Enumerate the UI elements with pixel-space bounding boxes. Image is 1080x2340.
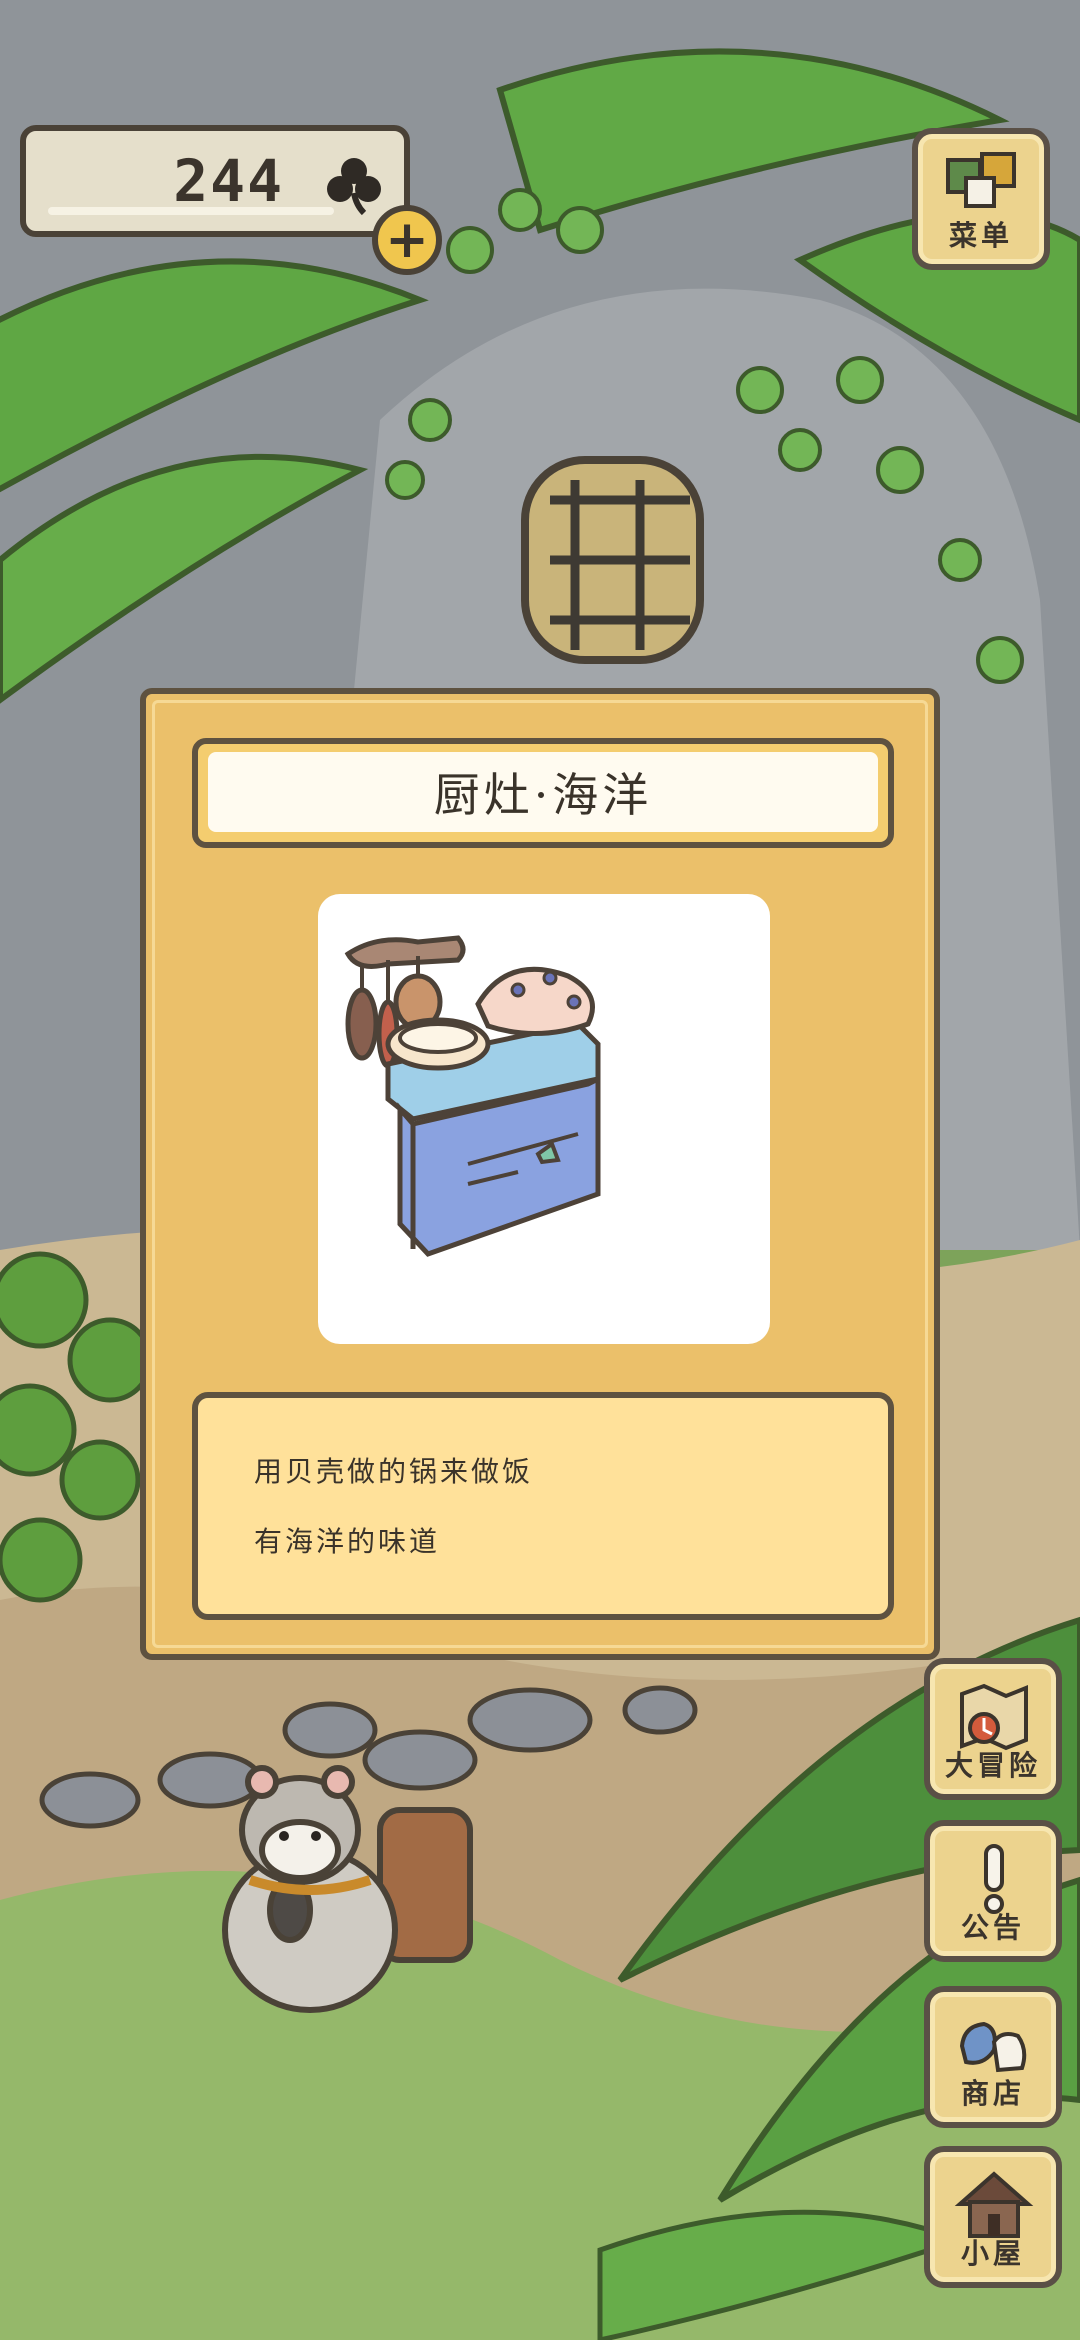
house-button[interactable]: 小屋 bbox=[924, 2146, 1062, 2288]
description-line-2: 有海洋的味道 bbox=[254, 1525, 441, 1558]
menu-button-label: 菜单 bbox=[948, 219, 1013, 252]
description-line-1: 用贝壳做的锅来做饭 bbox=[254, 1455, 534, 1488]
adventure-button-label: 大冒险 bbox=[944, 1749, 1041, 1782]
ocean-stove-icon bbox=[344, 935, 601, 1257]
shop-button[interactable]: 商店 bbox=[924, 1986, 1062, 2128]
notice-button-label: 公告 bbox=[960, 1911, 1025, 1944]
menu-button[interactable]: 菜单 bbox=[912, 128, 1050, 270]
adventure-button[interactable]: 大冒险 bbox=[924, 1658, 1062, 1800]
clover-counter: 244 bbox=[20, 125, 410, 237]
clover-count: 244 bbox=[173, 147, 284, 215]
house-button-label: 小屋 bbox=[960, 2237, 1025, 2270]
item-description: 用贝壳做的锅来做饭 有海洋的味道 bbox=[192, 1392, 894, 1620]
item-title: 厨灶·海洋 bbox=[208, 752, 878, 832]
shop-button-label: 商店 bbox=[960, 2077, 1025, 2110]
plus-icon[interactable]: + bbox=[372, 205, 442, 275]
notice-button[interactable]: 公告 bbox=[924, 1820, 1062, 1962]
title-banner: 厨灶·海洋 bbox=[192, 738, 894, 848]
counter-underline bbox=[48, 207, 334, 215]
item-detail-dialog: 厨灶·海洋 用贝壳做的锅来做饭 有海洋的味道 bbox=[140, 688, 940, 1660]
rock-window-decoration bbox=[521, 456, 704, 664]
item-image-frame bbox=[318, 894, 770, 1344]
